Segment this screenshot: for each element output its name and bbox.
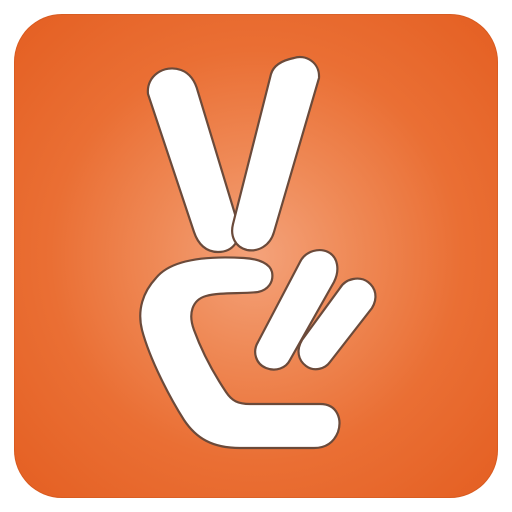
peace-hand-icon [139,55,377,450]
middle-finger-shape [231,55,321,252]
index-finger-shape [146,67,241,254]
